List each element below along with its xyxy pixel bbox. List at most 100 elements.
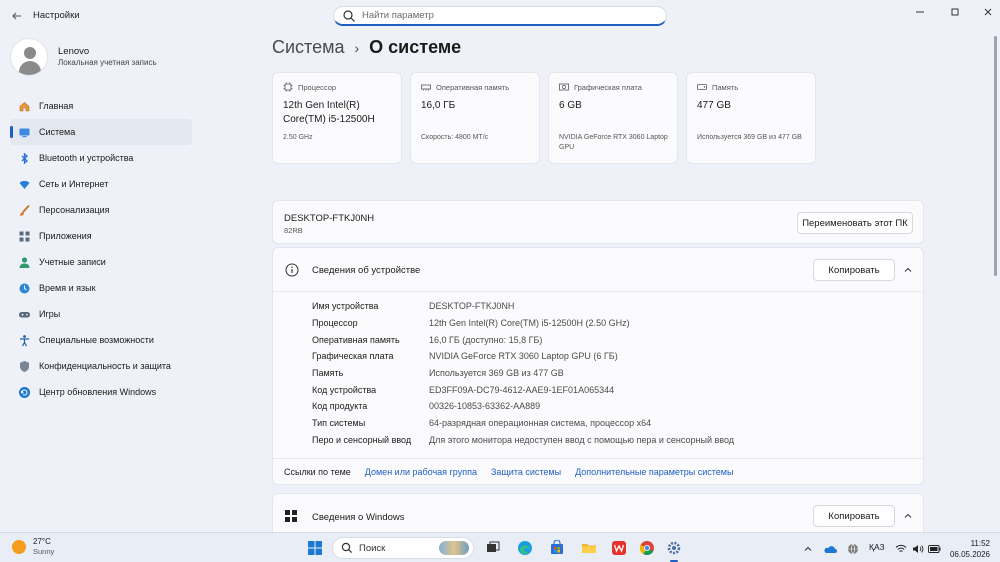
sidebar-item-system[interactable]: Система xyxy=(10,119,192,145)
card-sub: NVIDIA GeForce RTX 3060 Laptop GPU xyxy=(559,134,668,151)
search-icon xyxy=(343,9,355,22)
card-label: Память xyxy=(712,82,739,92)
sidebar-item-personalization[interactable]: Персонализация xyxy=(10,197,192,223)
card-label: Оперативная память xyxy=(436,82,510,92)
wps-office-icon[interactable] xyxy=(610,539,628,557)
minimize-button[interactable] xyxy=(908,4,932,20)
chevron-up-icon[interactable] xyxy=(901,263,915,277)
chrome-icon[interactable] xyxy=(638,539,656,557)
sidebar-item-label: Сеть и Интернет xyxy=(39,179,109,189)
card-sub: Используется 369 GB из 477 GB xyxy=(697,134,802,141)
sidebar-item-privacy[interactable]: Конфиденциальность и защита xyxy=(10,353,192,379)
accounts-icon xyxy=(17,255,31,269)
link-advanced-system-settings[interactable]: Дополнительные параметры системы xyxy=(575,467,733,477)
windows-specs-title: Сведения о Windows xyxy=(312,512,405,523)
file-explorer-icon[interactable] xyxy=(580,539,598,557)
windows-start-icon xyxy=(308,541,322,555)
battery-icon[interactable] xyxy=(927,540,941,558)
sidebar-item-gaming[interactable]: Игры xyxy=(10,301,192,327)
spec-row: Оперативная память 16,0 ГБ (доступно: 15,… xyxy=(312,331,734,348)
profile-name: Lenovo xyxy=(58,46,90,57)
sidebar-item-label: Персонализация xyxy=(39,205,110,215)
pc-name: DESKTOP-FTKJ0NH xyxy=(284,213,375,224)
store-icon[interactable] xyxy=(548,539,566,557)
close-button[interactable] xyxy=(976,4,1000,20)
copy-device-specs-button[interactable]: Копировать xyxy=(813,259,895,281)
wifi-status-icon[interactable] xyxy=(894,540,908,558)
volume-icon[interactable] xyxy=(911,540,925,558)
weather-widget[interactable]: 27°C Sunny xyxy=(12,537,54,557)
sidebar-item-bluetooth[interactable]: Bluetooth и устройства xyxy=(10,145,192,171)
sidebar-item-accounts[interactable]: Учетные записи xyxy=(10,249,192,275)
settings-search-box[interactable] xyxy=(333,6,667,26)
onedrive-icon[interactable] xyxy=(822,540,838,558)
spec-row: Перо и сенсорный ввод Для этого монитора … xyxy=(312,432,734,449)
related-links-label: Ссылки по теме xyxy=(284,467,351,477)
pc-name-row: DESKTOP-FTKJ0NH 82RB Переименовать этот … xyxy=(272,200,924,244)
sidebar-item-label: Система xyxy=(39,127,76,137)
card-sub: 2.50 GHz xyxy=(283,134,313,141)
taskbar-search-label: Поиск xyxy=(359,542,386,554)
sidebar-item-network[interactable]: Сеть и Интернет xyxy=(10,171,192,197)
spec-value: NVIDIA GeForce RTX 3060 Laptop GPU (6 ГБ… xyxy=(429,351,618,362)
maximize-button[interactable] xyxy=(943,4,967,20)
network-icon[interactable] xyxy=(845,540,861,558)
spec-row: Тип системы 64-разрядная операционная сис… xyxy=(312,415,734,432)
back-arrow-icon[interactable] xyxy=(8,7,26,25)
sidebar-item-label: Специальные возможности xyxy=(39,335,154,345)
sidebar-item-time-language[interactable]: Время и язык xyxy=(10,275,192,301)
system-icon xyxy=(17,125,31,139)
device-specs-panel: Сведения об устройстве Копировать Имя ус… xyxy=(272,247,924,485)
spec-row: Графическая плата NVIDIA GeForce RTX 3060… xyxy=(312,348,734,365)
avatar xyxy=(10,38,48,76)
chevron-up-icon[interactable] xyxy=(802,540,814,558)
windows-specs-panel[interactable]: Сведения о Windows Копировать xyxy=(272,493,924,533)
spec-value: DESKTOP-FTKJ0NH xyxy=(429,301,515,312)
card-value: 16,0 ГБ xyxy=(421,100,456,111)
spec-key: Код устройства xyxy=(312,384,377,395)
search-input[interactable] xyxy=(362,10,642,21)
edge-browser-icon[interactable] xyxy=(516,539,534,557)
sidebar-item-label: Главная xyxy=(39,101,74,111)
user-profile[interactable]: Lenovo Локальная учетная запись xyxy=(10,38,210,76)
card-value: 6 GB xyxy=(559,100,582,111)
spec-key: Перо и сенсорный ввод xyxy=(312,434,412,445)
link-system-protection[interactable]: Защита системы xyxy=(491,467,561,477)
device-specs-table: Имя устройства DESKTOP-FTKJ0NH Процессор 1… xyxy=(312,298,734,448)
device-specs-header[interactable]: Сведения об устройстве Копировать xyxy=(273,248,923,292)
copy-windows-specs-button[interactable]: Копировать xyxy=(813,505,895,527)
breadcrumb-parent[interactable]: Система xyxy=(272,37,345,58)
card-value: 477 GB xyxy=(697,100,731,111)
spec-key: Тип системы xyxy=(312,418,366,429)
storage-card: Память 477 GB Используется 369 GB из 477… xyxy=(686,72,816,164)
task-view-icon[interactable] xyxy=(484,539,502,557)
spec-key: Процессор xyxy=(312,318,358,329)
scrollbar[interactable] xyxy=(994,36,997,276)
sidebar-item-windows-update[interactable]: Центр обновления Windows xyxy=(10,379,192,405)
spec-row: Имя устройства DESKTOP-FTKJ0NH xyxy=(312,298,734,315)
sidebar-item-home[interactable]: Главная xyxy=(10,93,192,119)
pc-model: 82RB xyxy=(284,226,303,235)
clock-date: 06.05.2026 xyxy=(949,550,990,559)
clock[interactable]: 11:52 06.05.2026 xyxy=(944,538,990,560)
wifi-icon xyxy=(17,177,31,191)
spec-value: 64-разрядная операционная система, проце… xyxy=(429,418,652,429)
language-indicator[interactable]: ҚАЗ xyxy=(869,542,885,552)
sidebar-item-label: Центр обновления Windows xyxy=(39,387,157,397)
sidebar-item-apps[interactable]: Приложения xyxy=(10,223,192,249)
bluetooth-icon xyxy=(17,151,31,165)
start-button[interactable] xyxy=(306,539,324,557)
rename-pc-button[interactable]: Переименовать этот ПК xyxy=(797,212,913,234)
spec-key: Код продукта xyxy=(312,401,368,412)
spec-key: Графическая плата xyxy=(312,351,394,362)
brush-icon xyxy=(17,203,31,217)
accessibility-icon xyxy=(17,333,31,347)
gaming-icon xyxy=(17,307,31,321)
taskbar-search[interactable]: Поиск xyxy=(332,537,474,559)
settings-gear-icon[interactable] xyxy=(665,539,683,557)
chevron-up-icon[interactable] xyxy=(901,509,915,523)
storage-icon xyxy=(697,84,707,90)
sidebar-item-accessibility[interactable]: Специальные возможности xyxy=(10,327,192,353)
apps-icon xyxy=(17,229,31,243)
link-domain-workgroup[interactable]: Домен или рабочая группа xyxy=(365,467,477,477)
